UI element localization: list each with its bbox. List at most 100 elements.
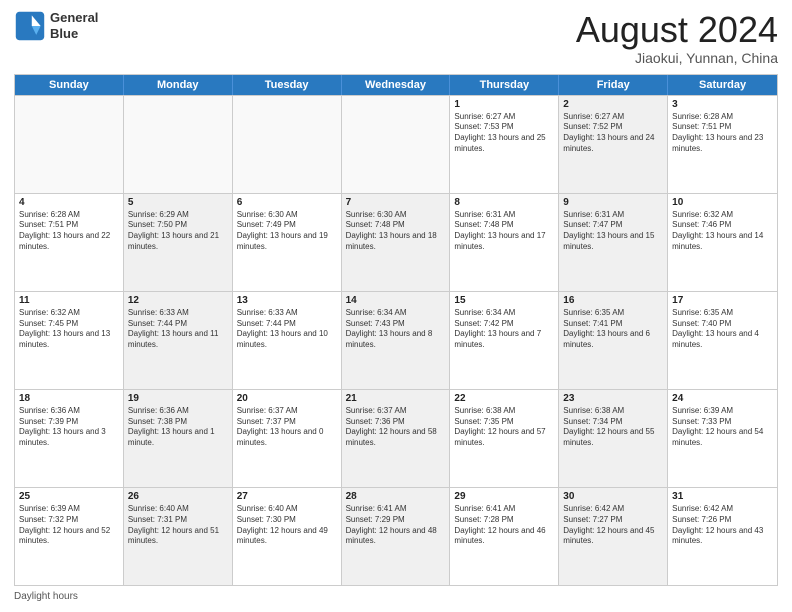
day-info: Sunrise: 6:36 AM Sunset: 7:39 PM Dayligh… [19, 406, 119, 449]
cal-cell-11: 11Sunrise: 6:32 AM Sunset: 7:45 PM Dayli… [15, 292, 124, 389]
cal-cell-21: 21Sunrise: 6:37 AM Sunset: 7:36 PM Dayli… [342, 390, 451, 487]
header-day-saturday: Saturday [668, 75, 777, 95]
day-info: Sunrise: 6:42 AM Sunset: 7:27 PM Dayligh… [563, 504, 663, 547]
cal-cell-7: 7Sunrise: 6:30 AM Sunset: 7:48 PM Daylig… [342, 194, 451, 291]
day-number: 25 [19, 491, 119, 502]
day-number: 12 [128, 295, 228, 306]
day-number: 22 [454, 393, 554, 404]
cal-cell-22: 22 Sunrise: 6:38 AM Sunset: 7:35 PM Dayli… [450, 390, 559, 487]
day-info: Sunrise: 6:27 AM Sunset: 7:52 PM Dayligh… [563, 112, 663, 155]
logo-line1: General [50, 10, 98, 26]
cal-cell-1: 1 Sunrise: 6:27 AM Sunset: 7:53 PM Daylig… [450, 96, 559, 193]
day-info: Sunrise: 6:29 AM Sunset: 7:50 PM Dayligh… [128, 210, 228, 253]
day-info: Sunrise: 6:41 AM Sunset: 7:28 PM Dayligh… [454, 504, 554, 547]
day-info: Sunrise: 6:32 AM Sunset: 7:45 PM Dayligh… [19, 308, 119, 351]
footer-text: Daylight hours [14, 591, 78, 602]
day-number: 29 [454, 491, 554, 502]
day-info: Sunrise: 6:39 AM Sunset: 7:32 PM Dayligh… [19, 504, 119, 547]
day-number: 26 [128, 491, 228, 502]
day-info: Sunrise: 6:34 AM Sunset: 7:43 PM Dayligh… [346, 308, 446, 351]
day-info: Sunrise: 6:40 AM Sunset: 7:31 PM Dayligh… [128, 504, 228, 547]
cal-cell-27: 27 Sunrise: 6:40 AM Sunset: 7:30 PM Dayli… [233, 488, 342, 585]
day-number: 10 [672, 197, 773, 208]
cal-cell-empty [124, 96, 233, 193]
cal-cell-26: 26 Sunrise: 6:40 AM Sunset: 7:31 PM Dayli… [124, 488, 233, 585]
cal-cell-13: 13 Sunrise: 6:33 AM Sunset: 7:44 PM Dayli… [233, 292, 342, 389]
calendar-week-3: 11Sunrise: 6:32 AM Sunset: 7:45 PM Dayli… [15, 291, 777, 389]
calendar-body: 1 Sunrise: 6:27 AM Sunset: 7:53 PM Daylig… [15, 95, 777, 585]
day-number: 8 [454, 197, 554, 208]
cal-cell-30: 30 Sunrise: 6:42 AM Sunset: 7:27 PM Dayli… [559, 488, 668, 585]
day-number: 17 [672, 295, 773, 306]
day-info: Sunrise: 6:30 AM Sunset: 7:48 PM Dayligh… [346, 210, 446, 253]
cal-cell-20: 20Sunrise: 6:37 AM Sunset: 7:37 PM Dayli… [233, 390, 342, 487]
cal-cell-15: 15Sunrise: 6:34 AM Sunset: 7:42 PM Dayli… [450, 292, 559, 389]
logo-text: General Blue [50, 10, 98, 41]
day-number: 5 [128, 197, 228, 208]
day-info: Sunrise: 6:41 AM Sunset: 7:29 PM Dayligh… [346, 504, 446, 547]
header-day-tuesday: Tuesday [233, 75, 342, 95]
cal-cell-31: 31Sunrise: 6:42 AM Sunset: 7:26 PM Dayli… [668, 488, 777, 585]
header-day-friday: Friday [559, 75, 668, 95]
day-info: Sunrise: 6:39 AM Sunset: 7:33 PM Dayligh… [672, 406, 773, 449]
logo-line2: Blue [50, 26, 98, 42]
cal-cell-2: 2 Sunrise: 6:27 AM Sunset: 7:52 PM Daylig… [559, 96, 668, 193]
day-number: 27 [237, 491, 337, 502]
day-info: Sunrise: 6:37 AM Sunset: 7:37 PM Dayligh… [237, 406, 337, 449]
calendar-week-5: 25 Sunrise: 6:39 AM Sunset: 7:32 PM Dayli… [15, 487, 777, 585]
day-info: Sunrise: 6:40 AM Sunset: 7:30 PM Dayligh… [237, 504, 337, 547]
calendar: SundayMondayTuesdayWednesdayThursdayFrid… [14, 74, 778, 586]
cal-cell-18: 18 Sunrise: 6:36 AM Sunset: 7:39 PM Dayli… [15, 390, 124, 487]
day-number: 4 [19, 197, 119, 208]
day-info: Sunrise: 6:38 AM Sunset: 7:35 PM Dayligh… [454, 406, 554, 449]
calendar-header: SundayMondayTuesdayWednesdayThursdayFrid… [15, 75, 777, 95]
cal-cell-24: 24 Sunrise: 6:39 AM Sunset: 7:33 PM Dayli… [668, 390, 777, 487]
day-info: Sunrise: 6:35 AM Sunset: 7:40 PM Dayligh… [672, 308, 773, 351]
day-number: 23 [563, 393, 663, 404]
cal-cell-9: 9Sunrise: 6:31 AM Sunset: 7:47 PM Daylig… [559, 194, 668, 291]
calendar-week-1: 1 Sunrise: 6:27 AM Sunset: 7:53 PM Daylig… [15, 95, 777, 193]
header-day-sunday: Sunday [15, 75, 124, 95]
day-info: Sunrise: 6:28 AM Sunset: 7:51 PM Dayligh… [672, 112, 773, 155]
footer: Daylight hours [14, 591, 778, 602]
calendar-week-2: 4Sunrise: 6:28 AM Sunset: 7:51 PM Daylig… [15, 193, 777, 291]
cal-cell-28: 28Sunrise: 6:41 AM Sunset: 7:29 PM Dayli… [342, 488, 451, 585]
cal-cell-6: 6 Sunrise: 6:30 AM Sunset: 7:49 PM Daylig… [233, 194, 342, 291]
day-info: Sunrise: 6:33 AM Sunset: 7:44 PM Dayligh… [237, 308, 337, 351]
logo-icon [14, 10, 46, 42]
day-number: 15 [454, 295, 554, 306]
day-number: 14 [346, 295, 446, 306]
day-number: 24 [672, 393, 773, 404]
cal-cell-empty [15, 96, 124, 193]
header: General Blue August 2024 Jiaokui, Yunnan… [14, 10, 778, 66]
day-info: Sunrise: 6:32 AM Sunset: 7:46 PM Dayligh… [672, 210, 773, 253]
day-number: 6 [237, 197, 337, 208]
header-day-thursday: Thursday [450, 75, 559, 95]
day-info: Sunrise: 6:38 AM Sunset: 7:34 PM Dayligh… [563, 406, 663, 449]
day-number: 1 [454, 99, 554, 110]
cal-cell-8: 8 Sunrise: 6:31 AM Sunset: 7:48 PM Daylig… [450, 194, 559, 291]
day-number: 30 [563, 491, 663, 502]
day-info: Sunrise: 6:27 AM Sunset: 7:53 PM Dayligh… [454, 112, 554, 155]
cal-cell-29: 29 Sunrise: 6:41 AM Sunset: 7:28 PM Dayli… [450, 488, 559, 585]
day-number: 2 [563, 99, 663, 110]
cal-cell-4: 4Sunrise: 6:28 AM Sunset: 7:51 PM Daylig… [15, 194, 124, 291]
day-number: 16 [563, 295, 663, 306]
cal-cell-empty [342, 96, 451, 193]
day-number: 19 [128, 393, 228, 404]
header-day-wednesday: Wednesday [342, 75, 451, 95]
day-info: Sunrise: 6:31 AM Sunset: 7:48 PM Dayligh… [454, 210, 554, 253]
day-info: Sunrise: 6:35 AM Sunset: 7:41 PM Dayligh… [563, 308, 663, 351]
day-number: 9 [563, 197, 663, 208]
cal-cell-12: 12Sunrise: 6:33 AM Sunset: 7:44 PM Dayli… [124, 292, 233, 389]
day-info: Sunrise: 6:30 AM Sunset: 7:49 PM Dayligh… [237, 210, 337, 253]
day-number: 21 [346, 393, 446, 404]
title-block: August 2024 Jiaokui, Yunnan, China [576, 10, 778, 66]
page: General Blue August 2024 Jiaokui, Yunnan… [0, 0, 792, 612]
cal-cell-5: 5 Sunrise: 6:29 AM Sunset: 7:50 PM Daylig… [124, 194, 233, 291]
cal-cell-3: 3Sunrise: 6:28 AM Sunset: 7:51 PM Daylig… [668, 96, 777, 193]
day-number: 18 [19, 393, 119, 404]
day-info: Sunrise: 6:42 AM Sunset: 7:26 PM Dayligh… [672, 504, 773, 547]
day-info: Sunrise: 6:36 AM Sunset: 7:38 PM Dayligh… [128, 406, 228, 449]
day-number: 13 [237, 295, 337, 306]
